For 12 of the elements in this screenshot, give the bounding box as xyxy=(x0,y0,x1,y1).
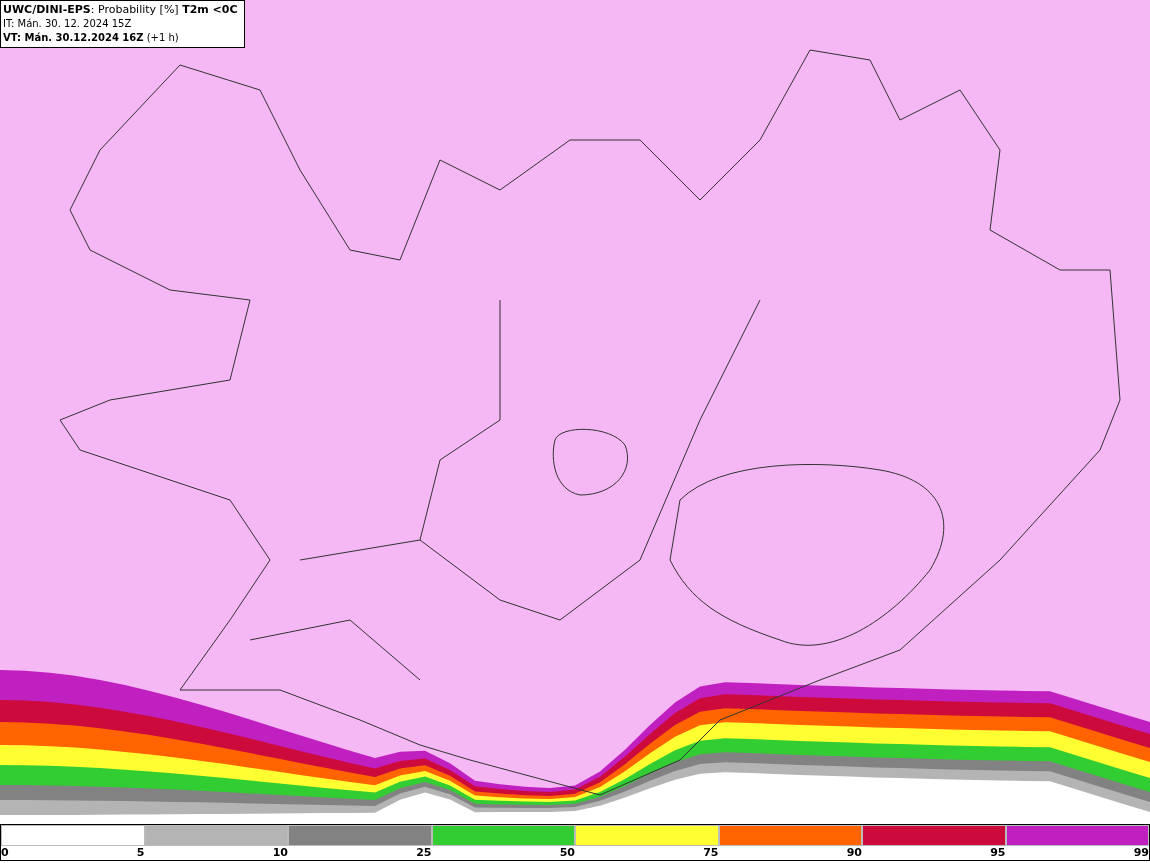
legend-label: 90 xyxy=(846,846,862,860)
title-line: IT: Mán. 30. 12. 2024 15Z xyxy=(3,17,133,31)
legend-label: 95 xyxy=(990,846,1006,860)
legend-label: 10 xyxy=(272,846,288,860)
title-line: UWC/DINI-EPS: Probability [%] T2m <0C xyxy=(3,3,238,17)
title-line: VT: Mán. 30.12.2024 16Z (+1 h) xyxy=(3,31,180,45)
legend-label: 25 xyxy=(416,846,432,860)
legend-label: 50 xyxy=(559,846,575,860)
legend-label: 5 xyxy=(136,846,145,860)
legend-label: 0 xyxy=(1,846,9,860)
legend-label: 99 xyxy=(1133,846,1149,860)
legend-label: 75 xyxy=(703,846,719,860)
